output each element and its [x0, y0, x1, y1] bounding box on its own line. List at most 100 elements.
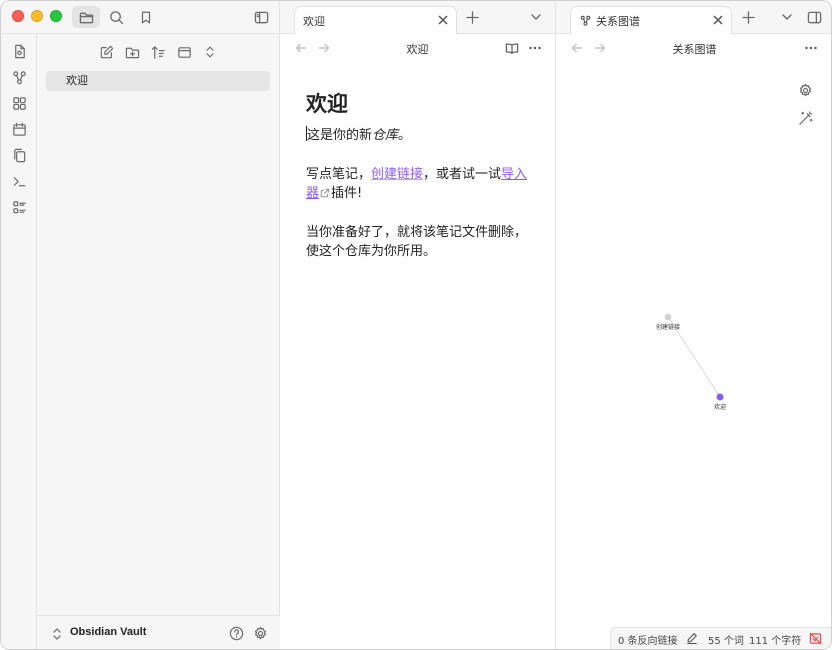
change-sort-order-button[interactable]: [149, 43, 167, 61]
sync-error-icon: [809, 632, 821, 644]
note-paragraph-3[interactable]: 当你准备好了，就将该笔记文件删除，使这个仓库为你所用。: [306, 223, 528, 261]
graph-node-label: 创建链接: [656, 323, 680, 331]
tab-label: 欢迎: [303, 14, 325, 28]
open-bases-button[interactable]: [10, 198, 28, 216]
graph-canvas[interactable]: 创建链接 欢迎: [556, 34, 832, 650]
open-quick-switcher-button[interactable]: [10, 42, 28, 60]
backlinks-count[interactable]: 0 条反向链接: [618, 632, 678, 647]
gear-icon: [254, 626, 267, 640]
file-explorer-tab-button[interactable]: [72, 6, 100, 28]
graph-node-create-link[interactable]: [664, 313, 672, 321]
more-horizontal-icon: [529, 46, 541, 50]
expand-icon: [206, 46, 214, 58]
create-canvas-button[interactable]: [10, 94, 28, 112]
tab-list-button[interactable]: [528, 9, 544, 25]
internal-link[interactable]: 创建链接: [371, 167, 423, 182]
search-tab-button[interactable]: [107, 8, 125, 26]
tab-label: 关系图谱: [596, 14, 640, 28]
file-item-welcome[interactable]: 欢迎: [46, 71, 270, 91]
collapse-icon: [177, 46, 191, 58]
settings-button[interactable]: [252, 625, 269, 642]
text-run: 写点笔记，: [306, 167, 372, 182]
zoom-window-button[interactable]: [50, 10, 62, 22]
close-tab-button[interactable]: [711, 13, 725, 27]
file-item-label: 欢迎: [66, 74, 88, 87]
sort-icon: [151, 45, 165, 59]
new-tab-button[interactable]: [740, 9, 756, 25]
toggle-left-sidebar-button[interactable]: [252, 8, 270, 26]
folder-icon: [79, 12, 93, 23]
editing-mode-indicator[interactable]: [685, 631, 699, 645]
tab-graph[interactable]: 关系图谱: [570, 6, 732, 34]
tab-list-button[interactable]: [779, 9, 795, 25]
app-window: 欢迎 关系图谱 欢迎 Obsidian Vault 欢迎 欢迎 这是你的新仓库。…: [0, 0, 832, 650]
note-tab-bar: 欢迎: [280, 1, 556, 34]
new-folder-button[interactable]: [123, 43, 141, 61]
bookmark-icon: [141, 11, 151, 23]
help-button[interactable]: [228, 625, 245, 642]
note-view-header: 欢迎: [280, 34, 555, 62]
search-icon: [109, 10, 123, 24]
chevron-down-icon: [782, 14, 792, 20]
insert-template-button[interactable]: [10, 146, 28, 164]
status-bar: 0 条反向链接 55 个词 111 个字符: [610, 627, 831, 649]
auto-reveal-button[interactable]: [175, 43, 193, 61]
text-run: 。: [398, 128, 412, 143]
close-icon: [713, 15, 723, 25]
expand-all-button[interactable]: [201, 43, 219, 61]
graph-icon: [580, 15, 591, 26]
bookmarks-tab-button[interactable]: [137, 8, 155, 26]
vault-name[interactable]: Obsidian Vault: [70, 626, 146, 638]
note-title[interactable]: 欢迎: [306, 88, 528, 118]
text-run: ，或者试一试: [423, 167, 502, 182]
open-command-palette-button[interactable]: [10, 172, 28, 190]
new-note-icon: [100, 45, 114, 59]
close-tab-button[interactable]: [436, 13, 450, 27]
external-link-icon: [320, 185, 330, 198]
reading-view-button[interactable]: [505, 41, 519, 55]
note-icon: [14, 44, 25, 58]
note-content[interactable]: 欢迎 这是你的新仓库。 写点笔记，创建链接，或者试一试导入器 插件! 当你准备好了…: [306, 88, 528, 281]
graph-icon: [12, 70, 26, 84]
vault-switcher-bar: Obsidian Vault: [37, 615, 280, 649]
toggle-right-sidebar-button[interactable]: [805, 8, 823, 26]
close-icon: [438, 15, 448, 25]
sidebar-toggle-icon: [807, 11, 821, 23]
canvas-icon: [12, 96, 26, 110]
open-graph-view-button[interactable]: [10, 68, 28, 86]
pencil-icon: [687, 633, 697, 644]
graph-view: 关系图谱 创建链接 欢迎: [556, 34, 832, 650]
left-ribbon: [1, 34, 37, 649]
graph-tab-bar: 关系图谱: [556, 1, 831, 34]
note-view: 欢迎 欢迎 这是你的新仓库。 写点笔记，创建链接，或者试一试导入器 插件! 当你准…: [280, 34, 556, 649]
more-options-button[interactable]: [528, 41, 542, 55]
new-folder-icon: [125, 47, 139, 58]
character-count: 111 个字符: [749, 636, 802, 647]
explorer-toolbar: [37, 40, 280, 64]
graph-node-label: 欢迎: [714, 403, 726, 411]
minimize-window-button[interactable]: [31, 10, 43, 22]
help-icon: [229, 626, 244, 641]
new-note-button[interactable]: [98, 43, 116, 61]
text-run: 插件!: [331, 186, 363, 201]
close-window-button[interactable]: [12, 10, 24, 22]
italic-text: 仓库: [372, 128, 399, 143]
note-paragraph-1[interactable]: 这是你的新仓库。: [306, 126, 528, 145]
new-tab-button[interactable]: [464, 9, 480, 25]
book-open-icon: [505, 43, 519, 54]
graph-node-welcome[interactable]: [716, 393, 724, 401]
left-titlebar: [1, 1, 280, 34]
note-paragraph-2[interactable]: 写点笔记，创建链接，或者试一试导入器 插件!: [306, 165, 528, 203]
vault-switcher-button[interactable]: [50, 626, 64, 642]
open-daily-note-button[interactable]: [10, 120, 28, 138]
plus-icon: [741, 10, 755, 24]
word-count: 55 个词: [708, 636, 744, 647]
tab-welcome[interactable]: 欢迎: [294, 6, 457, 34]
chevron-down-icon: [531, 14, 541, 20]
calendar-icon: [12, 122, 26, 136]
text-run: 这是你的新: [307, 128, 373, 143]
plus-icon: [465, 10, 479, 24]
terminal-icon: [13, 176, 25, 186]
copy-icon: [13, 148, 25, 162]
sync-status-indicator[interactable]: [808, 631, 822, 645]
